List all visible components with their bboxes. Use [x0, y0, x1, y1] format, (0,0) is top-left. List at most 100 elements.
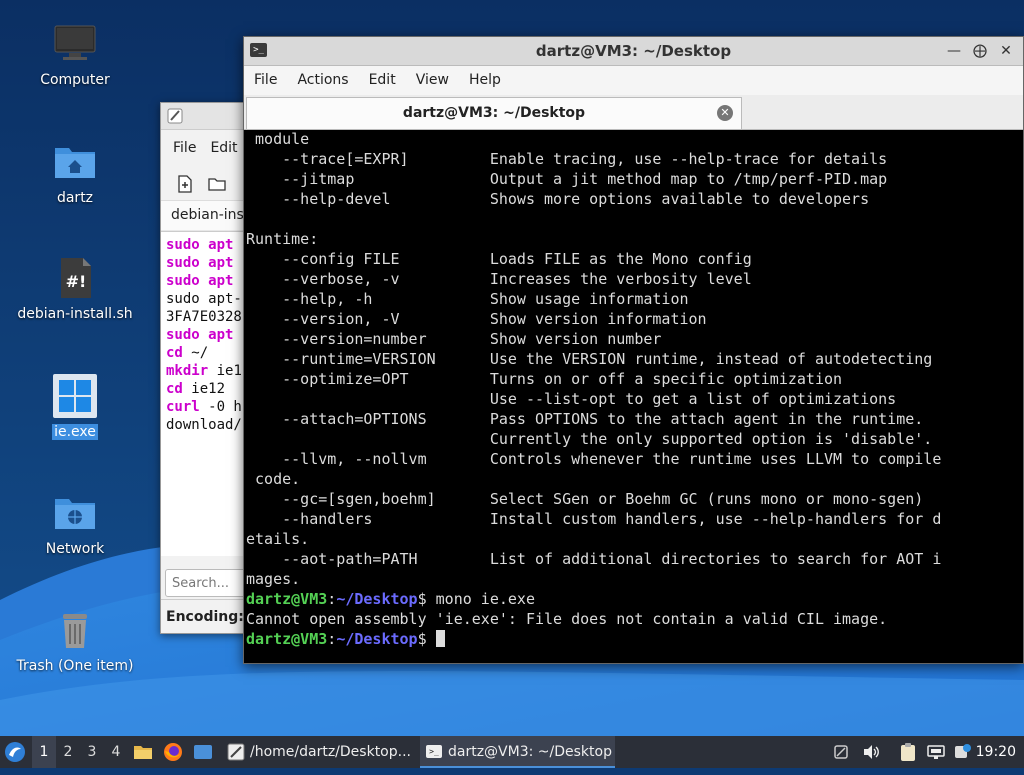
- close-button[interactable]: ✕: [995, 41, 1017, 61]
- editor-search-input[interactable]: Search...: [165, 569, 255, 597]
- lubuntu-logo-icon: [5, 742, 25, 762]
- terminal-output-text: --config FILE Loads FILE as the Mono con…: [246, 250, 752, 268]
- terminal-cursor: [435, 630, 445, 647]
- terminal-tab[interactable]: dartz@VM3: ~/Desktop ✕: [246, 97, 742, 129]
- close-tab-icon[interactable]: ✕: [717, 105, 733, 121]
- script-file-icon: #!: [53, 256, 97, 300]
- terminal-line: mages.: [246, 569, 1023, 589]
- desktop-icon-script[interactable]: #! debian-install.sh: [10, 256, 140, 322]
- taskbar-item-text-editor[interactable]: /home/dartz/Desktop...: [222, 736, 440, 768]
- terminal-output-text: --help, -h Show usage information: [246, 290, 689, 308]
- terminal-line: --trace[=EXPR] Enable tracing, use --hel…: [246, 149, 1023, 169]
- terminal-output-text: --attach=OPTIONS Pass OPTIONS to the att…: [246, 410, 924, 428]
- clock[interactable]: 19:20: [976, 736, 1016, 768]
- terminal-window[interactable]: >_ dartz@VM3: ~/Desktop — ⨁ ✕ File Action…: [243, 36, 1024, 664]
- workspace-3[interactable]: 3: [80, 736, 104, 768]
- terminal-output-text: --llvm, --nollvm Controls whenever the r…: [246, 450, 942, 468]
- terminal-menu-help[interactable]: Help: [469, 72, 501, 88]
- terminal-line: --attach=OPTIONS Pass OPTIONS to the att…: [246, 409, 1023, 429]
- terminal-menu-edit[interactable]: Edit: [369, 72, 396, 88]
- open-folder-icon[interactable]: [207, 174, 227, 194]
- notifications-button[interactable]: [954, 736, 976, 768]
- terminal-output-text: Currently the only supported option is '…: [246, 430, 933, 448]
- terminal-output-text: --trace[=EXPR] Enable tracing, use --hel…: [246, 150, 888, 168]
- taskbar: 1 2 3 4 /home/dartz/Desktop... >_ dartz@…: [0, 736, 1024, 768]
- tray-item[interactable]: [833, 736, 853, 768]
- terminal-output-text: --handlers Install custom handlers, use …: [246, 510, 942, 528]
- network-status-button[interactable]: [927, 736, 949, 768]
- text-editor-icon: [167, 108, 183, 124]
- desktop-icon-trash[interactable]: Trash (One item): [10, 608, 140, 674]
- terminal-output-text: --optimize=OPT Turns on or off a specifi…: [246, 370, 843, 388]
- file-manager-launcher[interactable]: [133, 736, 157, 768]
- clipboard-icon: [901, 743, 915, 761]
- editor-menu-file[interactable]: File: [173, 140, 196, 156]
- home-folder-icon: [53, 140, 97, 184]
- desktop-icon-home[interactable]: dartz: [10, 140, 140, 206]
- workspace-1[interactable]: 1: [32, 736, 56, 768]
- volume-button[interactable]: [862, 736, 884, 768]
- editor-menu-edit[interactable]: Edit: [210, 140, 237, 156]
- terminal-command: mono ie.exe: [435, 590, 535, 608]
- terminal-icon: >_: [426, 745, 442, 758]
- prompt-path: ~/Desktop: [336, 630, 418, 648]
- terminal-line: --llvm, --nollvm Controls whenever the r…: [246, 449, 1023, 469]
- terminal-line: --aot-path=PATH List of additional direc…: [246, 549, 1023, 569]
- terminal-line: --runtime=VERSION Use the VERSION runtim…: [246, 349, 1023, 369]
- terminal-line: --version, -V Show version information: [246, 309, 1023, 329]
- start-menu-button[interactable]: [4, 736, 30, 768]
- terminal-line: --handlers Install custom handlers, use …: [246, 509, 1023, 529]
- terminal-titlebar[interactable]: >_ dartz@VM3: ~/Desktop — ⨁ ✕: [244, 37, 1023, 66]
- terminal-menu-view[interactable]: View: [416, 72, 449, 88]
- workspace-4[interactable]: 4: [104, 736, 128, 768]
- desktop-icon-network[interactable]: Network: [10, 491, 140, 557]
- new-file-icon[interactable]: [175, 174, 195, 194]
- terminal-menu-actions[interactable]: Actions: [297, 72, 348, 88]
- taskbar-item-terminal[interactable]: >_ dartz@VM3: ~/Desktop: [420, 736, 615, 768]
- terminal-output[interactable]: module --trace[=EXPR] Enable tracing, us…: [246, 129, 1023, 663]
- terminal-output-text: --gc=[sgen,boehm] Select SGen or Boehm G…: [246, 490, 924, 508]
- trash-icon: [53, 608, 97, 652]
- text-editor-icon: [227, 743, 245, 761]
- script-keyword: cd: [166, 381, 183, 397]
- terminal-output-text: --verbose, -v Increases the verbosity le…: [246, 270, 752, 288]
- terminal-output-text: mages.: [246, 570, 301, 588]
- terminal-line: etails.: [246, 529, 1023, 549]
- desktop-icon-label: Computer: [40, 72, 110, 88]
- firefox-launcher[interactable]: [163, 736, 187, 768]
- network-wired-icon: [927, 745, 945, 759]
- computer-icon: [53, 22, 97, 66]
- terminal-output-text: --version, -V Show version information: [246, 310, 707, 328]
- network-folder-icon: [53, 491, 97, 535]
- terminal-line: --config FILE Loads FILE as the Mono con…: [246, 249, 1023, 269]
- terminal-line: --help-devel Shows more options availabl…: [246, 189, 1023, 209]
- desktop-icon-ie-exe[interactable]: ie.exe: [10, 374, 140, 440]
- desktop-icon-computer[interactable]: Computer: [10, 22, 140, 88]
- maximize-button[interactable]: ⨁: [969, 41, 991, 61]
- script-text: ie1: [208, 363, 242, 379]
- prompt-user: dartz@VM3: [246, 630, 328, 648]
- terminal-output-text: Use --list-opt to get a list of optimiza…: [246, 390, 897, 408]
- clipboard-button[interactable]: [899, 736, 921, 768]
- terminal-line: --jitmap Output a jit method map to /tmp…: [246, 169, 1023, 189]
- terminal-menubar: File Actions Edit View Help: [244, 66, 1023, 95]
- terminal-output-text: --version=number Show version number: [246, 330, 662, 348]
- workspace-2[interactable]: 2: [56, 736, 80, 768]
- desktop-icon-label: Trash (One item): [16, 658, 134, 674]
- script-keyword: sudo apt: [166, 273, 234, 289]
- prompt-separator: :: [327, 590, 337, 608]
- minimize-button[interactable]: —: [943, 41, 965, 61]
- terminal-menu-file[interactable]: File: [254, 72, 277, 88]
- terminal-prompt-line: dartz@VM3:~/Desktop$: [246, 629, 1023, 649]
- desktop-icon-label: debian-install.sh: [17, 306, 133, 322]
- show-desktop-button[interactable]: [193, 736, 217, 768]
- terminal-line: Currently the only supported option is '…: [246, 429, 1023, 449]
- terminal-line: code.: [246, 469, 1023, 489]
- windows-exe-icon: [53, 374, 97, 418]
- prompt-separator: :: [327, 630, 337, 648]
- prompt-path: ~/Desktop: [336, 590, 418, 608]
- script-text: sudo apt-: [166, 291, 242, 307]
- terminal-line: module: [246, 129, 1023, 149]
- desktop-icon: [194, 745, 212, 759]
